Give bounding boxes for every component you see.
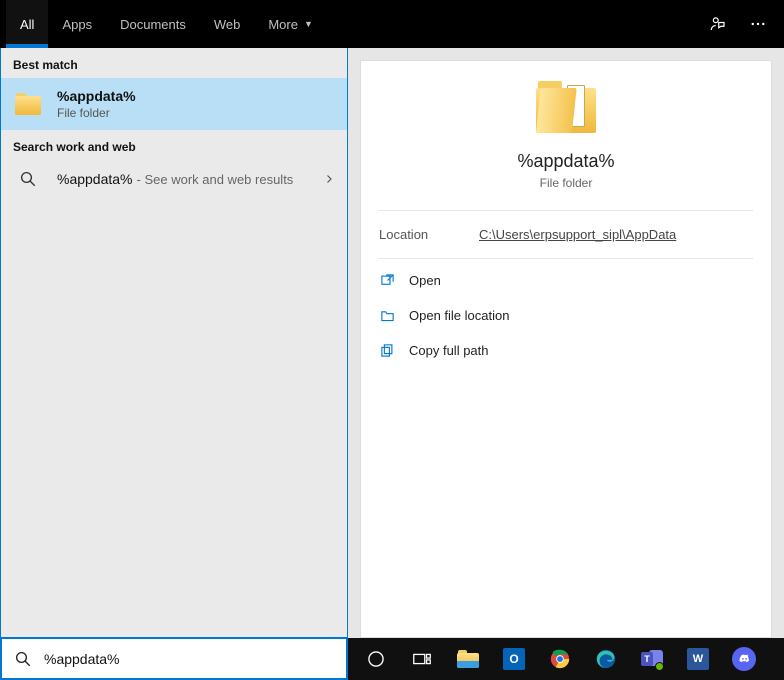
open-icon <box>379 273 395 288</box>
action-open-file-location[interactable]: Open file location <box>365 298 767 333</box>
action-open-label: Open <box>409 273 441 288</box>
windows-search-panel: All Apps Documents Web More ▼ Best match <box>0 0 784 680</box>
search-icon <box>14 650 32 668</box>
taskbar-teams-icon[interactable]: T <box>630 638 674 680</box>
taskbar-outlook-icon[interactable]: O <box>492 638 536 680</box>
ellipsis-icon[interactable] <box>738 0 778 48</box>
folder-open-icon <box>379 308 395 323</box>
preview-title: %appdata% <box>517 151 614 172</box>
preview-subtitle: File folder <box>540 176 593 190</box>
taskbar-discord-icon[interactable] <box>722 638 766 680</box>
location-path-link[interactable]: C:\Users\erpsupport_sipl\AppData <box>479 227 676 242</box>
location-label: Location <box>379 227 439 242</box>
search-work-web-label: Search work and web <box>1 130 347 160</box>
tab-apps[interactable]: Apps <box>48 0 106 48</box>
tab-all[interactable]: All <box>6 0 48 48</box>
tab-more-label: More <box>268 17 298 32</box>
best-match-label: Best match <box>1 48 347 78</box>
search-tabs: All Apps Documents Web More ▼ <box>0 0 784 48</box>
tab-documents-label: Documents <box>120 17 186 32</box>
copy-icon <box>379 343 395 358</box>
taskbar-file-explorer-icon[interactable] <box>446 638 490 680</box>
taskbar-chrome-icon[interactable] <box>538 638 582 680</box>
location-row: Location C:\Users\erpsupport_sipl\AppDat… <box>361 211 771 258</box>
action-copy-path-label: Copy full path <box>409 343 489 358</box>
taskbar: O T W <box>0 638 784 680</box>
tab-web-label: Web <box>214 17 241 32</box>
search-input[interactable] <box>44 651 334 667</box>
action-open-location-label: Open file location <box>409 308 509 323</box>
folder-icon-large <box>536 81 596 133</box>
tab-documents[interactable]: Documents <box>106 0 200 48</box>
action-open[interactable]: Open <box>365 263 767 298</box>
feedback-icon[interactable] <box>698 0 738 48</box>
results-list: Best match %appdata% File folder Search … <box>0 48 348 638</box>
search-box[interactable] <box>0 638 348 680</box>
taskbar-cortana-icon[interactable] <box>354 638 398 680</box>
search-body: Best match %appdata% File folder Search … <box>0 48 784 638</box>
result-best-match[interactable]: %appdata% File folder <box>1 78 347 130</box>
preview-actions: Open Open file location Copy full path <box>361 259 771 368</box>
action-copy-full-path[interactable]: Copy full path <box>365 333 767 368</box>
taskbar-icons: O T W <box>348 638 784 680</box>
result-web-title: %appdata% <box>57 171 133 187</box>
preview-pane: %appdata% File folder Location C:\Users\… <box>348 48 784 638</box>
search-icon <box>13 170 43 188</box>
result-web-texts: %appdata% - See work and web results <box>57 171 293 187</box>
taskbar-taskview-icon[interactable] <box>400 638 444 680</box>
result-title: %appdata% <box>57 88 136 104</box>
taskbar-word-icon[interactable]: W <box>676 638 720 680</box>
tab-apps-label: Apps <box>62 17 92 32</box>
tab-all-label: All <box>20 17 34 32</box>
tab-more[interactable]: More ▼ <box>254 0 327 48</box>
result-web[interactable]: %appdata% - See work and web results <box>1 160 347 198</box>
chevron-right-icon[interactable] <box>323 173 335 185</box>
preview-card: %appdata% File folder Location C:\Users\… <box>360 60 772 638</box>
preview-header: %appdata% File folder <box>361 81 771 210</box>
result-web-hint: - See work and web results <box>137 172 294 187</box>
result-texts: %appdata% File folder <box>57 88 136 120</box>
chevron-down-icon: ▼ <box>304 19 313 29</box>
taskbar-edge-icon[interactable] <box>584 638 628 680</box>
tab-web[interactable]: Web <box>200 0 255 48</box>
result-subtitle: File folder <box>57 106 136 120</box>
folder-icon <box>13 93 43 115</box>
